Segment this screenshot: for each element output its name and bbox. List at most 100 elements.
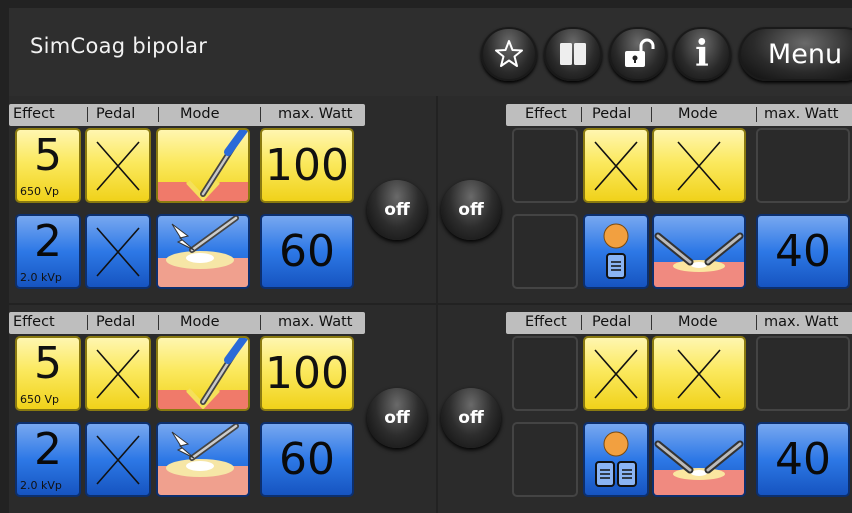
effect-tile[interactable]: 2 2.0 kVp	[15, 422, 81, 497]
header-mode: Mode	[678, 314, 718, 330]
column-header: Effect Pedal Mode max. Watt	[506, 312, 852, 334]
header-divider	[87, 107, 88, 122]
header-pedal: Pedal	[592, 314, 632, 330]
effect-tile[interactable]	[512, 336, 578, 411]
max-watt-value: 60	[279, 226, 335, 277]
max-watt-tile[interactable]: 60	[260, 422, 354, 497]
bipolar-forceps-icon	[654, 232, 744, 287]
header-mode: Mode	[180, 106, 220, 122]
header-divider	[581, 315, 582, 330]
header-divider	[87, 315, 88, 330]
no-pedal-icon	[594, 141, 638, 191]
mode-tile[interactable]	[652, 128, 746, 203]
unlock-icon	[625, 38, 655, 67]
effect-voltage: 2.0 kVp	[20, 271, 62, 284]
max-watt-value: 40	[775, 434, 831, 485]
header-effect: Effect	[525, 314, 567, 330]
mode-tile[interactable]	[156, 422, 250, 497]
pedal-tile[interactable]	[85, 422, 151, 497]
pedal-tile[interactable]	[583, 128, 649, 203]
max-watt-tile[interactable]: 40	[756, 422, 850, 497]
max-watt-tile[interactable]	[756, 336, 850, 411]
lock-button[interactable]	[609, 27, 667, 81]
double-footswitch-icon	[595, 431, 637, 487]
mode-tile[interactable]	[156, 336, 250, 411]
cut-electrode-icon	[158, 338, 248, 409]
effect-tile[interactable]	[512, 214, 578, 289]
header-mode: Mode	[180, 314, 220, 330]
max-watt-tile[interactable]: 100	[260, 128, 354, 203]
pedal-tile[interactable]	[85, 128, 151, 203]
off-button-right-1[interactable]: off	[441, 180, 501, 240]
channel-panel-left-1: Effect Pedal Mode max. Watt 5 650 Vp 100 2 2.0 k…	[9, 104, 365, 296]
effect-tile[interactable]	[512, 128, 578, 203]
header-divider	[756, 107, 757, 122]
max-watt-tile[interactable]	[756, 128, 850, 203]
menu-button[interactable]: Menu	[739, 27, 852, 81]
header-divider	[651, 315, 652, 330]
off-button-right-2[interactable]: off	[441, 388, 501, 448]
no-pedal-icon	[96, 349, 140, 399]
header-divider	[158, 107, 159, 122]
channel-panel-right-2: Effect Pedal Mode max. Watt 40	[506, 312, 852, 504]
column-header: Effect Pedal Mode max. Watt	[9, 312, 365, 334]
channel-panel-left-2: Effect Pedal Mode max. Watt 5 650 Vp 100 2 2.0 k…	[9, 312, 365, 504]
header-divider	[260, 107, 261, 122]
effect-voltage: 2.0 kVp	[20, 479, 62, 492]
star-icon	[495, 40, 523, 67]
no-mode-icon	[677, 349, 721, 399]
header-pedal: Pedal	[96, 314, 136, 330]
effect-voltage: 650 Vp	[20, 393, 59, 406]
max-watt-tile[interactable]: 100	[260, 336, 354, 411]
effect-tile[interactable]: 2 2.0 kVp	[15, 214, 81, 289]
mode-tile[interactable]	[156, 128, 250, 203]
effect-tile[interactable]: 5 650 Vp	[15, 336, 81, 411]
effect-tile[interactable]	[512, 422, 578, 497]
pedal-tile[interactable]	[85, 336, 151, 411]
header-effect: Effect	[13, 106, 55, 122]
spark-coag-icon	[158, 216, 248, 287]
header-max-watt: max. Watt	[278, 314, 353, 330]
off-button-left-1[interactable]: off	[367, 180, 427, 240]
header-mode: Mode	[678, 106, 718, 122]
effect-value: 2	[34, 216, 62, 267]
manual-button[interactable]	[544, 27, 602, 81]
mode-tile[interactable]	[652, 214, 746, 289]
header-divider	[756, 315, 757, 330]
app-title: SimCoag bipolar	[30, 34, 208, 58]
book-icon	[560, 43, 586, 65]
effect-voltage: 650 Vp	[20, 185, 59, 198]
pedal-tile[interactable]	[583, 214, 649, 289]
off-button-left-2[interactable]: off	[367, 388, 427, 448]
no-pedal-icon	[594, 349, 638, 399]
max-watt-value: 100	[265, 348, 349, 399]
mode-tile[interactable]	[156, 214, 250, 289]
header-pedal: Pedal	[592, 106, 632, 122]
pedal-tile[interactable]	[583, 336, 649, 411]
pedal-tile[interactable]	[583, 422, 649, 497]
channel-panel-right-1: Effect Pedal Mode max. Watt 40	[506, 104, 852, 296]
column-header: Effect Pedal Mode max. Watt	[506, 104, 852, 126]
mode-tile[interactable]	[652, 422, 746, 497]
header-max-watt: max. Watt	[278, 106, 353, 122]
max-watt-tile[interactable]: 60	[260, 214, 354, 289]
max-watt-value: 60	[279, 434, 335, 485]
info-icon: i	[695, 33, 709, 75]
header-divider	[158, 315, 159, 330]
header-divider	[260, 315, 261, 330]
header-effect: Effect	[13, 314, 55, 330]
no-pedal-icon	[96, 227, 140, 277]
spark-coag-icon	[158, 424, 248, 495]
bipolar-forceps-icon	[654, 440, 744, 495]
mode-tile[interactable]	[652, 336, 746, 411]
max-watt-tile[interactable]: 40	[756, 214, 850, 289]
pedal-tile[interactable]	[85, 214, 151, 289]
header-max-watt: max. Watt	[764, 314, 839, 330]
info-button[interactable]: i	[673, 27, 731, 81]
effect-tile[interactable]: 5 650 Vp	[15, 128, 81, 203]
header-divider	[581, 107, 582, 122]
header-max-watt: max. Watt	[764, 106, 839, 122]
favorites-button[interactable]	[481, 27, 537, 81]
header-divider	[651, 107, 652, 122]
no-pedal-icon	[96, 435, 140, 485]
